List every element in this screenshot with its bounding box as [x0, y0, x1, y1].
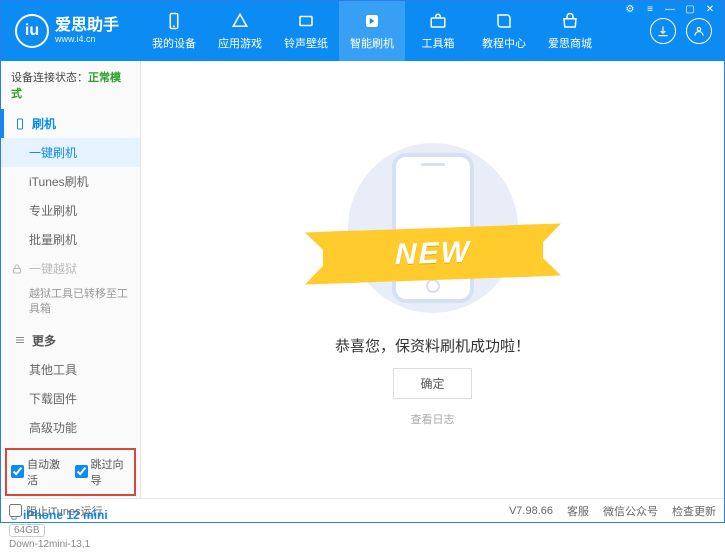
success-illustration: NEW [333, 133, 533, 323]
section-title: 更多 [32, 332, 56, 349]
top-nav: 我的设备 应用游戏 铃声壁纸 智能刷机 工具箱 教程中心 [141, 1, 638, 61]
success-message: 恭喜您，保资料刷机成功啦！ [335, 335, 530, 356]
minimize-icon[interactable]: — [663, 4, 677, 14]
sidebar-item-pro-flash[interactable]: 专业刷机 [1, 196, 140, 225]
window-controls: ⚙ ≡ — ▢ ✕ [623, 4, 717, 14]
app-window: ⚙ ≡ — ▢ ✕ iu 爱思助手 www.i4.cn 我的设备 应用游戏 铃声 [0, 0, 725, 523]
section-title: 一键越狱 [29, 260, 77, 277]
app-name: 爱思助手 [55, 18, 119, 34]
nav-ringtones[interactable]: 铃声壁纸 [273, 1, 339, 61]
app-url: www.i4.cn [55, 34, 119, 44]
version-label: V7.98.66 [509, 505, 553, 517]
nav-flash[interactable]: 智能刷机 [339, 1, 405, 61]
checkbox-input[interactable] [75, 465, 88, 478]
status-label: 设备连接状态： [11, 72, 88, 84]
main-content: NEW 恭喜您，保资料刷机成功啦！ 确定 查看日志 [141, 61, 724, 498]
section-jailbreak: 一键越狱 越狱工具已转移至工具箱 [1, 254, 140, 326]
book-icon [494, 11, 514, 31]
settings-icon[interactable]: ⚙ [623, 4, 637, 14]
checkbox-label: 跳过向导 [91, 456, 131, 488]
nav-tutorials[interactable]: 教程中心 [471, 1, 537, 61]
statusbar-right: V7.98.66 客服 微信公众号 检查更新 [509, 503, 716, 519]
nav-label: 应用游戏 [218, 35, 262, 51]
store-icon [560, 11, 580, 31]
sidebar-item-other-tools[interactable]: 其他工具 [1, 355, 140, 384]
device-detail: Down-12mini-13,1 [9, 539, 132, 550]
nav-label: 智能刷机 [350, 35, 394, 51]
section-flash: 刷机 一键刷机 iTunes刷机 专业刷机 批量刷机 [1, 109, 140, 254]
list-icon [14, 334, 26, 346]
checkbox-auto-activate[interactable]: 自动激活 [11, 456, 67, 488]
checkbox-input[interactable] [9, 504, 22, 517]
section-title: 刷机 [32, 115, 56, 132]
block-itunes-checkbox[interactable]: 阻止iTunes运行 [9, 503, 103, 519]
wechat-link[interactable]: 微信公众号 [603, 503, 658, 519]
checkbox-label: 阻止iTunes运行 [26, 503, 103, 519]
nav-label: 我的设备 [152, 35, 196, 51]
jailbreak-note: 越狱工具已转移至工具箱 [1, 283, 140, 326]
nav-label: 工具箱 [422, 35, 455, 51]
logo-icon: iu [15, 14, 49, 48]
sidebar-item-batch-flash[interactable]: 批量刷机 [1, 225, 140, 254]
storage-badge: 64GB [9, 524, 45, 537]
sidebar-item-download-firmware[interactable]: 下载固件 [1, 384, 140, 413]
nav-label: 铃声壁纸 [284, 35, 328, 51]
nav-store[interactable]: 爱思商城 [537, 1, 603, 61]
ok-button[interactable]: 确定 [393, 368, 471, 399]
logo: iu 爱思助手 www.i4.cn [1, 14, 141, 48]
wallpaper-icon [296, 11, 316, 31]
sidebar-item-advanced[interactable]: 高级功能 [1, 413, 140, 442]
view-log-link[interactable]: 查看日志 [411, 411, 455, 427]
section-flash-header[interactable]: 刷机 [1, 109, 140, 138]
sidebar: 设备连接状态：正常模式 刷机 一键刷机 iTunes刷机 专业刷机 批量刷机 一… [1, 61, 141, 498]
close-icon[interactable]: ✕ [703, 4, 717, 14]
nav-label: 教程中心 [482, 35, 526, 51]
nav-toolbox[interactable]: 工具箱 [405, 1, 471, 61]
nav-label: 爱思商城 [548, 35, 592, 51]
connection-status: 设备连接状态：正常模式 [1, 61, 140, 109]
phone-icon [14, 118, 26, 130]
maximize-icon[interactable]: ▢ [683, 4, 697, 14]
section-more: 更多 其他工具 下载固件 高级功能 [1, 326, 140, 442]
body: 设备连接状态：正常模式 刷机 一键刷机 iTunes刷机 专业刷机 批量刷机 一… [1, 61, 724, 498]
checkbox-input[interactable] [11, 465, 24, 478]
lock-icon [11, 263, 23, 275]
flash-icon [362, 11, 382, 31]
menu-icon[interactable]: ≡ [643, 4, 657, 14]
toolbox-icon [428, 11, 448, 31]
download-button[interactable] [650, 18, 676, 44]
phone-icon [164, 11, 184, 31]
user-button[interactable] [686, 18, 712, 44]
apps-icon [230, 11, 250, 31]
section-jailbreak-header: 一键越狱 [1, 254, 140, 283]
sidebar-item-itunes-flash[interactable]: iTunes刷机 [1, 167, 140, 196]
ribbon-text: NEW [395, 235, 471, 272]
sidebar-item-onekey-flash[interactable]: 一键刷机 [1, 138, 140, 167]
nav-apps[interactable]: 应用游戏 [207, 1, 273, 61]
new-ribbon: NEW [323, 224, 543, 284]
checkbox-label: 自动激活 [27, 456, 67, 488]
options-highlight-box: 自动激活 跳过向导 [5, 448, 136, 496]
check-update-link[interactable]: 检查更新 [672, 503, 716, 519]
titlebar: iu 爱思助手 www.i4.cn 我的设备 应用游戏 铃声壁纸 智能刷机 [1, 1, 724, 61]
checkbox-skip-guide[interactable]: 跳过向导 [75, 456, 131, 488]
service-link[interactable]: 客服 [567, 503, 589, 519]
title-right [638, 18, 724, 44]
section-more-header[interactable]: 更多 [1, 326, 140, 355]
nav-my-device[interactable]: 我的设备 [141, 1, 207, 61]
